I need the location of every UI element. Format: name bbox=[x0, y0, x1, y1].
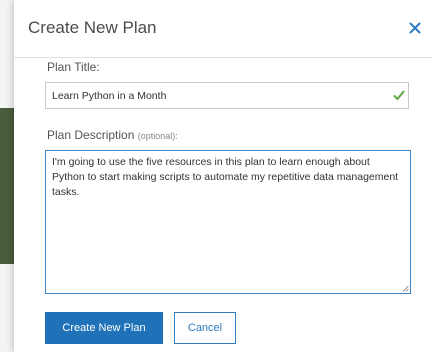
cancel-button[interactable]: Cancel bbox=[174, 312, 236, 344]
plan-description-textarea[interactable]: I'm going to use the five resources in t… bbox=[45, 150, 411, 294]
close-icon bbox=[409, 22, 421, 34]
close-button[interactable] bbox=[406, 19, 424, 37]
create-plan-dialog: Create New Plan Plan Title: Plan Descrip… bbox=[14, 0, 432, 352]
checkmark-icon bbox=[393, 90, 405, 101]
dialog-header: Create New Plan bbox=[14, 0, 432, 58]
plan-description-label: Plan Description (optional): bbox=[47, 128, 178, 142]
plan-title-label: Plan Title: bbox=[47, 60, 100, 74]
plan-title-input[interactable] bbox=[45, 82, 409, 109]
plan-description-label-text: Plan Description bbox=[47, 128, 135, 142]
dialog-title: Create New Plan bbox=[28, 18, 157, 37]
optional-hint: (optional): bbox=[137, 131, 178, 141]
resize-handle-icon[interactable] bbox=[402, 285, 409, 292]
create-new-plan-button[interactable]: Create New Plan bbox=[45, 312, 163, 344]
